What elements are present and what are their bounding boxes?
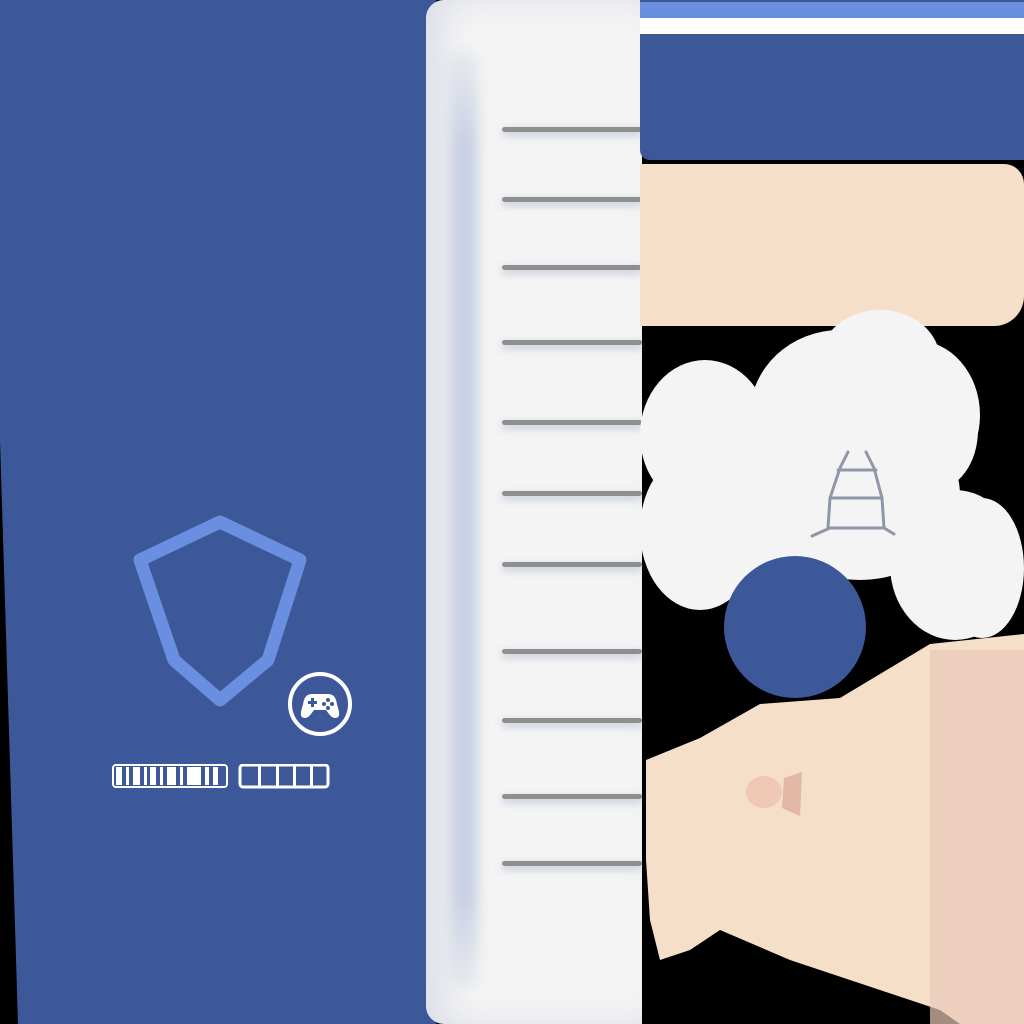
white-line [640, 18, 1024, 34]
ruler-tick [502, 718, 642, 723]
skin-bottom-shape [640, 630, 1024, 1024]
ruler-tick [502, 197, 642, 202]
tower-icon [810, 450, 896, 538]
top-bar [640, 0, 1024, 160]
ruler-tick [502, 420, 642, 425]
barcode-icon [112, 764, 330, 789]
ruler-tick [502, 127, 642, 132]
left-panel [0, 0, 436, 1024]
ruler-tick [502, 491, 642, 496]
accent-line [640, 2, 1024, 18]
ruler-tick [502, 794, 642, 799]
gamepad-button[interactable] [286, 670, 354, 738]
ruler-tick [502, 861, 642, 866]
ruler-strip[interactable] [426, 0, 642, 1024]
ruler-tick [502, 340, 642, 345]
ruler-tick [502, 265, 642, 270]
ruler-tick [502, 562, 642, 567]
strip-glow [450, 50, 478, 990]
ruler-tick [502, 649, 642, 654]
gamepad-icon [288, 672, 352, 736]
app-scene [0, 0, 1024, 1024]
